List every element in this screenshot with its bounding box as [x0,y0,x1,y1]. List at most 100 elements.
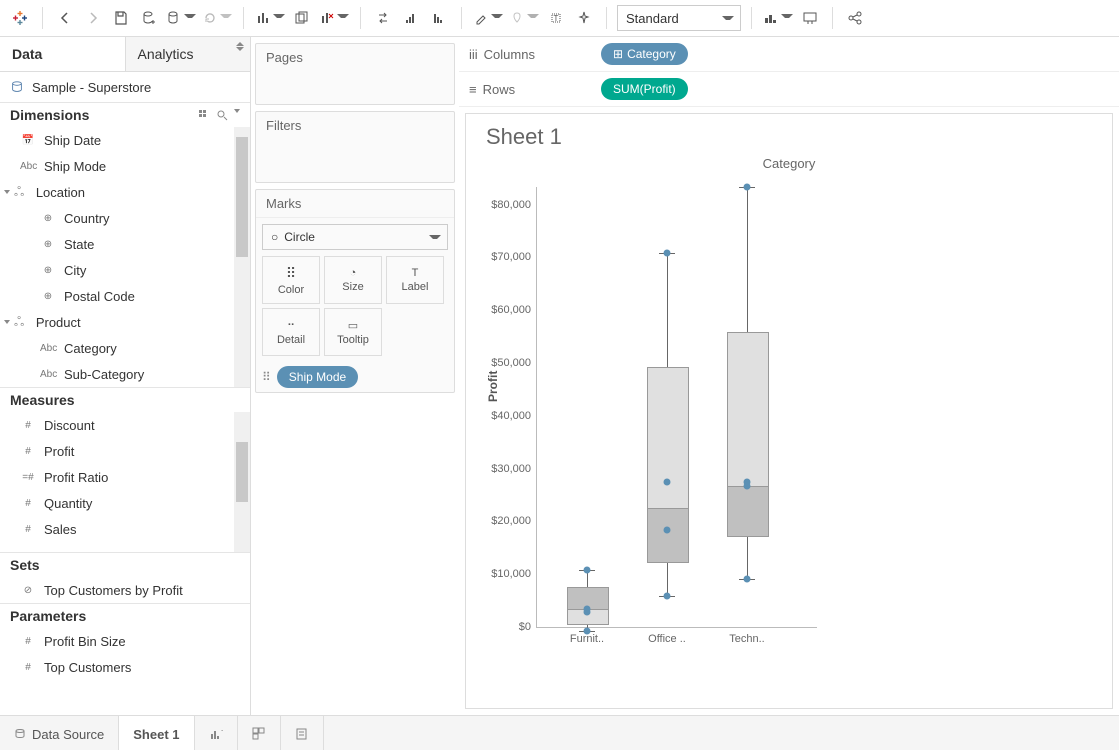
number-icon: # [20,524,36,535]
hierarchy-location[interactable]: ஃ Location [0,179,250,205]
number-icon: # [20,420,36,431]
set-icon: ⊘ [20,585,36,596]
mark-type-selector[interactable]: ○Circle [262,224,448,250]
swap-icon[interactable] [371,6,395,30]
field-postal-code[interactable]: ⊕Postal Code [0,283,250,309]
field-top-customers[interactable]: #Top Customers [0,654,250,680]
y-tick: $60,000 [481,304,537,316]
sort-desc-icon[interactable] [427,6,451,30]
field-country[interactable]: ⊕Country [0,205,250,231]
rows-icon: ≡ [469,82,477,97]
sort-asc-icon[interactable] [399,6,423,30]
back-icon[interactable] [53,6,77,30]
marks-label[interactable]: TLabel [386,256,444,304]
field-top-customers-profit[interactable]: ⊘Top Customers by Profit [0,577,250,603]
save-icon[interactable] [109,6,133,30]
datasource-row[interactable]: Sample - Superstore [0,72,250,102]
y-tick: $70,000 [481,251,537,263]
x-label: Furnit.. [557,627,617,645]
duplicate-sheet-icon[interactable] [290,6,314,30]
new-story-tab[interactable] [281,716,324,750]
list-view-icon[interactable] [198,109,210,121]
tableau-logo-icon[interactable] [8,6,32,30]
plot-area[interactable]: $0 $10,000 $20,000 $30,000 $40,000 $50,0… [536,187,817,628]
field-category[interactable]: AbcCategory [0,335,250,361]
tab-data[interactable]: Data [0,37,125,71]
field-city[interactable]: ⊕City [0,257,250,283]
calc-icon: =# [20,472,36,483]
mark-pill-ship-mode[interactable]: Ship Mode [277,366,358,388]
abc-icon: Abc [40,343,56,354]
measures-scrollbar[interactable] [234,412,250,552]
sheet-title[interactable]: Sheet 1 [486,124,1102,150]
field-discount[interactable]: #Discount [0,412,250,438]
labels-icon[interactable]: T [544,6,568,30]
marks-size[interactable]: ◔Size [324,256,382,304]
new-dashboard-tab[interactable] [238,716,281,750]
fit-selector[interactable]: Standard [617,5,741,31]
tab-analytics[interactable]: Analytics [125,37,251,71]
refresh-icon[interactable] [201,6,233,30]
highlight-icon[interactable] [472,6,504,30]
pin-icon[interactable] [572,6,596,30]
filters-shelf[interactable]: Filters [255,111,455,183]
field-profit-ratio[interactable]: =#Profit Ratio [0,464,250,490]
tab-data-source[interactable]: Data Source [0,716,119,750]
tab-sheet-1[interactable]: Sheet 1 [119,716,194,750]
y-tick: $40,000 [481,410,537,422]
marks-tooltip[interactable]: ▭Tooltip [324,308,382,356]
field-state[interactable]: ⊕State [0,231,250,257]
marks-label: Marks [256,190,454,218]
field-ship-date[interactable]: 📅Ship Date [0,127,250,153]
show-me-icon[interactable] [762,6,794,30]
main-toolbar: T Standard [0,0,1119,37]
box-furniture: Furnit.. [557,187,617,627]
label-icon: T [412,267,419,279]
field-ship-mode[interactable]: AbcShip Mode [0,153,250,179]
share-icon[interactable] [843,6,867,30]
rows-pill-profit[interactable]: SUM(Profit) [601,78,688,100]
new-story-icon [295,727,309,741]
clear-sheet-icon[interactable] [318,6,350,30]
presentation-icon[interactable] [798,6,822,30]
forward-icon[interactable] [81,6,105,30]
datasource-icon [14,728,26,740]
svg-text:T: T [554,14,559,23]
pages-shelf[interactable]: Pages [255,43,455,105]
field-profit-bin-size[interactable]: #Profit Bin Size [0,628,250,654]
sets-header: Sets [0,552,250,577]
dimensions-header: Dimensions [0,102,250,127]
y-tick: $50,000 [481,357,537,369]
dimensions-scrollbar[interactable] [234,127,250,387]
data-pane: Data Analytics Sample - Superstore Dimen… [0,37,251,715]
svg-text:+: + [221,727,223,735]
rows-shelf[interactable]: ≡Rows SUM(Profit) [459,72,1119,107]
filters-label: Filters [256,112,454,139]
columns-pill-category[interactable]: ⊞Category [601,43,688,65]
field-sales[interactable]: #Sales [0,516,250,542]
pages-label: Pages [256,44,454,71]
abc-icon: Abc [40,369,56,380]
number-icon: # [20,446,36,457]
hierarchy-product[interactable]: ஃ Product [0,309,250,335]
x-label: Techn.. [717,627,777,645]
y-tick: $80,000 [481,199,537,211]
fit-mode-value: Standard [626,11,679,26]
dropdown-icon[interactable] [234,109,240,113]
y-tick: $10,000 [481,568,537,580]
y-tick: $0 [481,621,537,633]
group-icon[interactable] [508,6,540,30]
field-sub-category[interactable]: AbcSub-Category [0,361,250,387]
field-profit[interactable]: #Profit [0,438,250,464]
columns-shelf[interactable]: iiiColumns ⊞Category [459,37,1119,72]
field-quantity[interactable]: #Quantity [0,490,250,516]
marks-detail[interactable]: ⠒Detail [262,308,320,356]
abc-icon: Abc [20,161,36,172]
columns-label: Columns [484,47,535,62]
marks-color[interactable]: ⠿Color [262,256,320,304]
new-worksheet-tab[interactable]: + [195,716,238,750]
new-datasource-icon[interactable] [137,6,161,30]
pause-updates-icon[interactable] [165,6,197,30]
new-worksheet-icon[interactable] [254,6,286,30]
search-icon[interactable] [216,109,228,121]
